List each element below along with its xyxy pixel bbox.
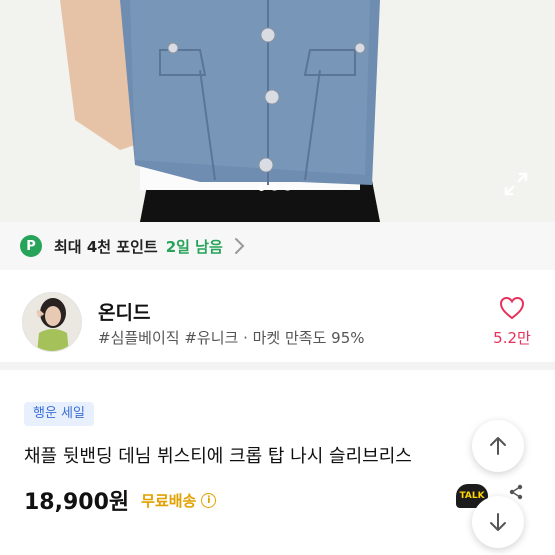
points-icon: P xyxy=(20,235,42,257)
slide-dot[interactable] xyxy=(271,184,278,191)
favorite-count: 5.2만 xyxy=(493,329,531,347)
heart-icon xyxy=(499,296,525,320)
shipping-label: 무료배송 xyxy=(141,491,197,510)
product-price: 18,900원 xyxy=(24,490,130,515)
expand-icon[interactable] xyxy=(500,168,532,200)
share-icon[interactable] xyxy=(508,484,524,500)
arrow-up-icon xyxy=(490,437,506,455)
slide-dot[interactable] xyxy=(258,184,265,191)
chevron-right-icon xyxy=(234,238,245,254)
product-info: 행운 세일 채플 뒷밴딩 데님 뷔스티에 크롭 탑 나시 슬리브리스 18,90… xyxy=(0,378,555,555)
product-image[interactable] xyxy=(0,0,555,222)
arrow-down-icon xyxy=(490,513,506,531)
shop-info[interactable]: 온디드 #심플베이직 #유니크 · 마켓 만족도 95% 5.2만 xyxy=(0,270,555,370)
favorite-button[interactable]: 5.2만 xyxy=(490,296,534,348)
slide-indicator xyxy=(258,184,291,191)
scroll-bottom-button[interactable] xyxy=(472,496,524,548)
info-icon[interactable]: i xyxy=(201,492,217,508)
avatar[interactable] xyxy=(22,292,82,352)
shop-name[interactable]: 온디드 xyxy=(98,298,150,325)
product-title: 채플 뒷밴딩 데님 뷔스티에 크롭 탑 나시 슬리브리스 xyxy=(24,446,412,467)
price-row: 18,900원 무료배송 i xyxy=(24,484,217,516)
shop-tags: #심플베이직 #유니크 · 마켓 만족도 95% xyxy=(98,329,365,347)
sale-badge: 행운 세일 xyxy=(24,402,94,426)
points-remaining: 2일 남음 xyxy=(165,237,223,256)
points-text: 최대 4천 포인트 xyxy=(54,237,158,256)
points-banner[interactable]: P 최대 4천 포인트 2일 남음 xyxy=(0,222,555,270)
slide-dot[interactable] xyxy=(284,184,291,191)
scroll-top-button[interactable] xyxy=(472,420,524,472)
